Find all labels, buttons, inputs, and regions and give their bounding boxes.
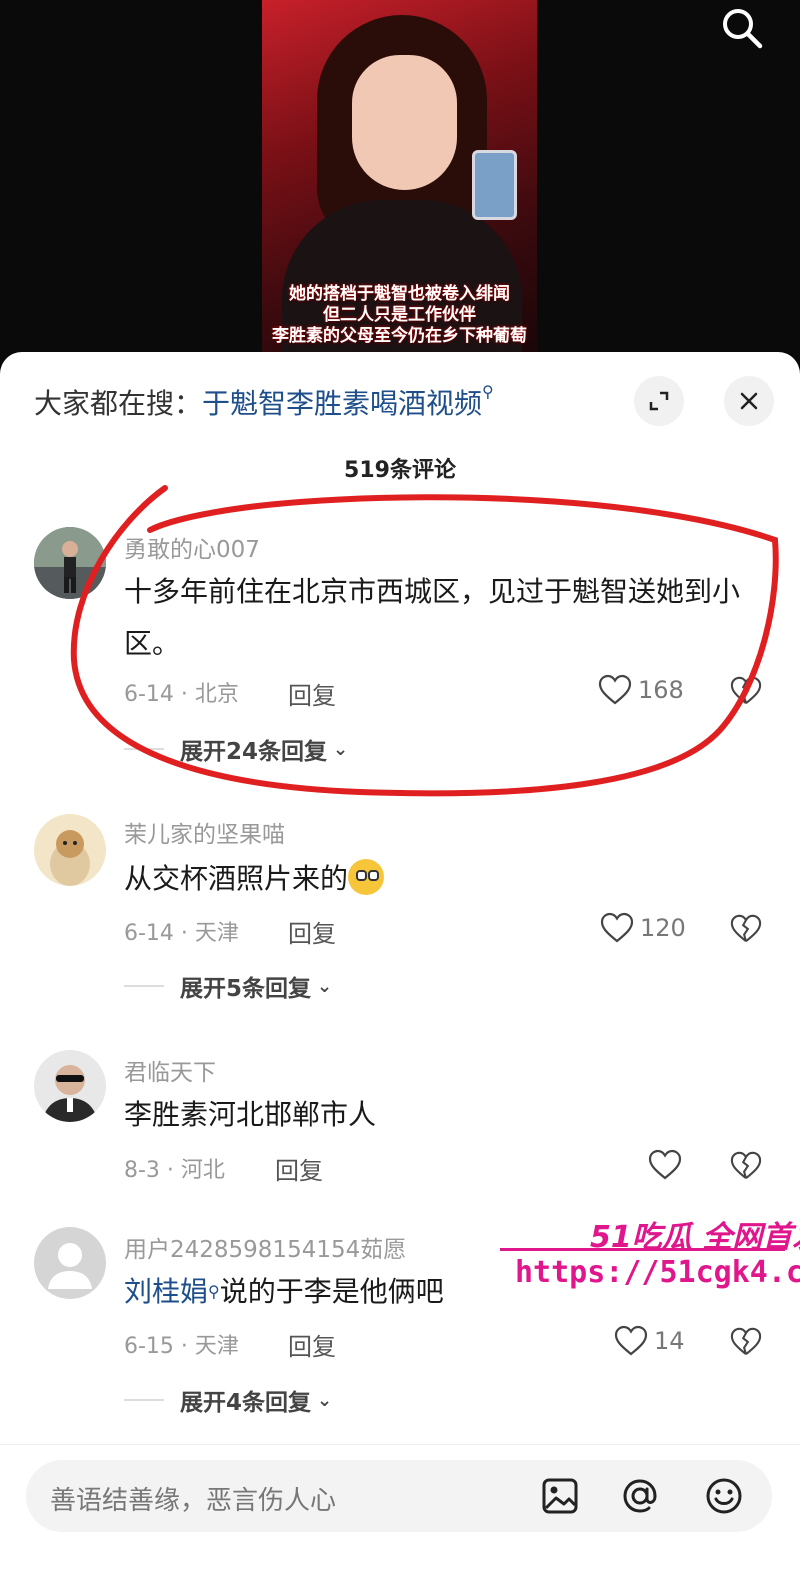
expand-replies-button[interactable]: 展开24条回复 ⌄ <box>124 732 348 766</box>
comment-username[interactable]: 君临天下 <box>124 1053 216 1087</box>
mention-link-label: 刘桂娟 <box>124 1275 209 1308</box>
search-icon <box>723 9 763 49</box>
reply-button[interactable]: 回复 <box>288 914 336 949</box>
comment-count: 519条评论 <box>344 458 456 483</box>
video-player[interactable]: 她的搭档于魁智也被卷入绯闻 但二人只是工作伙伴 李胜素的父母至今仍在乡下种葡萄 <box>0 0 800 365</box>
dislike-button[interactable] <box>730 913 762 945</box>
video-caption-line: 但二人只是工作伙伴 <box>323 305 476 325</box>
heart-icon <box>614 1325 648 1356</box>
dislike-button[interactable] <box>730 1326 762 1358</box>
at-icon <box>623 1479 657 1513</box>
comment-text: 李胜素河北邯郸市人 <box>124 1098 377 1131</box>
close-icon <box>740 392 758 410</box>
surprised-emoji-icon <box>348 859 385 895</box>
trending-search-prefix: 大家都在搜： <box>34 387 203 420</box>
like-count: 168 <box>638 676 684 704</box>
expand-replies-label: 展开4条回复 <box>180 1390 312 1416</box>
close-button[interactable] <box>724 376 774 426</box>
chevron-down-icon: ⌄ <box>333 738 349 760</box>
expand-divider <box>124 985 164 987</box>
like-button[interactable]: 14 <box>614 1325 685 1357</box>
expand-divider <box>124 1399 164 1401</box>
reply-button[interactable]: 回复 <box>275 1151 323 1186</box>
like-count: 14 <box>654 1327 685 1355</box>
expand-replies-label: 展开24条回复 <box>180 739 328 765</box>
default-avatar-icon <box>34 1227 106 1299</box>
mention-link[interactable]: 刘桂娟⚲ <box>124 1275 220 1308</box>
search-icon: ⚲ <box>208 1282 220 1301</box>
comment-username[interactable]: 用户2428598154154茹愿 <box>124 1230 406 1264</box>
comment-text: 刘桂娟⚲说的于李是他俩吧 <box>124 1266 504 1318</box>
comment-text: 从交杯酒照片来的 <box>124 853 764 905</box>
expand-replies-button[interactable]: 展开5条回复 ⌄ <box>124 969 332 1003</box>
input-divider <box>0 1444 800 1445</box>
reply-button[interactable]: 回复 <box>288 1327 336 1362</box>
comment-username[interactable]: 茉儿家的坚果喵 <box>124 815 285 849</box>
video-figure-face <box>352 55 457 190</box>
avatar[interactable] <box>34 1050 106 1122</box>
mention-button[interactable] <box>618 1474 662 1518</box>
watermark-url: https://51cgk4.com <box>515 1255 800 1290</box>
comment-text-body: 从交杯酒照片来的 <box>124 862 349 895</box>
comment-sheet: 大家都在搜：于魁智李胜素喝酒视频⚲ 519条评论 <box>0 352 800 1571</box>
expand-replies-label: 展开5条回复 <box>180 976 312 1002</box>
reply-button[interactable]: 回复 <box>288 676 336 711</box>
trending-search[interactable]: 大家都在搜：于魁智李胜素喝酒视频⚲ <box>34 382 494 422</box>
avatar-image <box>34 527 106 599</box>
like-button[interactable]: 120 <box>600 912 686 944</box>
heart-icon <box>600 912 634 943</box>
watermark-line <box>500 1248 785 1251</box>
comment-meta: 6-14 · 天津 <box>124 921 239 946</box>
comment-input-placeholder: 善语结善缘，恶言伤人心 <box>50 1486 337 1516</box>
chevron-down-icon: ⌄ <box>317 1389 333 1411</box>
search-button[interactable] <box>718 4 766 52</box>
video-caption-line: 李胜素的父母至今仍在乡下种葡萄 <box>272 326 527 346</box>
like-count: 120 <box>640 914 686 942</box>
heart-icon <box>598 674 632 705</box>
avatar-image <box>34 814 106 886</box>
video-phone <box>472 150 517 220</box>
comment-text-body: 说的于李是他俩吧 <box>219 1275 444 1308</box>
expand-replies-button[interactable]: 展开4条回复 ⌄ <box>124 1383 332 1417</box>
dislike-button[interactable] <box>730 675 762 707</box>
like-button[interactable] <box>648 1149 688 1181</box>
comment-username[interactable]: 勇敢的心007 <box>124 530 260 564</box>
heart-icon <box>648 1149 682 1180</box>
expand-button[interactable] <box>634 376 684 426</box>
image-icon <box>542 1478 578 1514</box>
avatar[interactable] <box>34 527 106 599</box>
chevron-down-icon: ⌄ <box>317 975 333 997</box>
broken-heart-icon <box>730 914 762 943</box>
broken-heart-icon <box>730 1151 762 1180</box>
comment-input[interactable]: 善语结善缘，恶言伤人心 <box>26 1460 772 1532</box>
like-button[interactable]: 168 <box>598 674 684 706</box>
image-button[interactable] <box>538 1474 582 1518</box>
expand-icon <box>649 391 669 411</box>
smiley-icon <box>706 1478 742 1514</box>
broken-heart-icon <box>730 1327 762 1356</box>
video-frame: 她的搭档于魁智也被卷入绯闻 但二人只是工作伙伴 李胜素的父母至今仍在乡下种葡萄 <box>262 0 537 355</box>
search-icon: ⚲ <box>482 382 494 401</box>
avatar-image <box>34 1050 106 1122</box>
trending-search-keyword[interactable]: 于魁智李胜素喝酒视频 <box>202 387 482 420</box>
expand-divider <box>124 748 164 750</box>
comment-meta: 8-3 · 河北 <box>124 1158 225 1183</box>
broken-heart-icon <box>730 676 762 705</box>
comment-meta: 6-15 · 天津 <box>124 1334 239 1359</box>
emoji-button[interactable] <box>702 1474 746 1518</box>
video-caption-line: 她的搭档于魁智也被卷入绯闻 <box>289 284 510 304</box>
dislike-button[interactable] <box>730 1150 762 1182</box>
avatar[interactable] <box>34 1227 106 1299</box>
comment-meta: 6-14 · 北京 <box>124 682 239 707</box>
avatar[interactable] <box>34 814 106 886</box>
comment-text: 十多年前住在北京市西城区，见过于魁智送她到小区。 <box>124 575 741 660</box>
